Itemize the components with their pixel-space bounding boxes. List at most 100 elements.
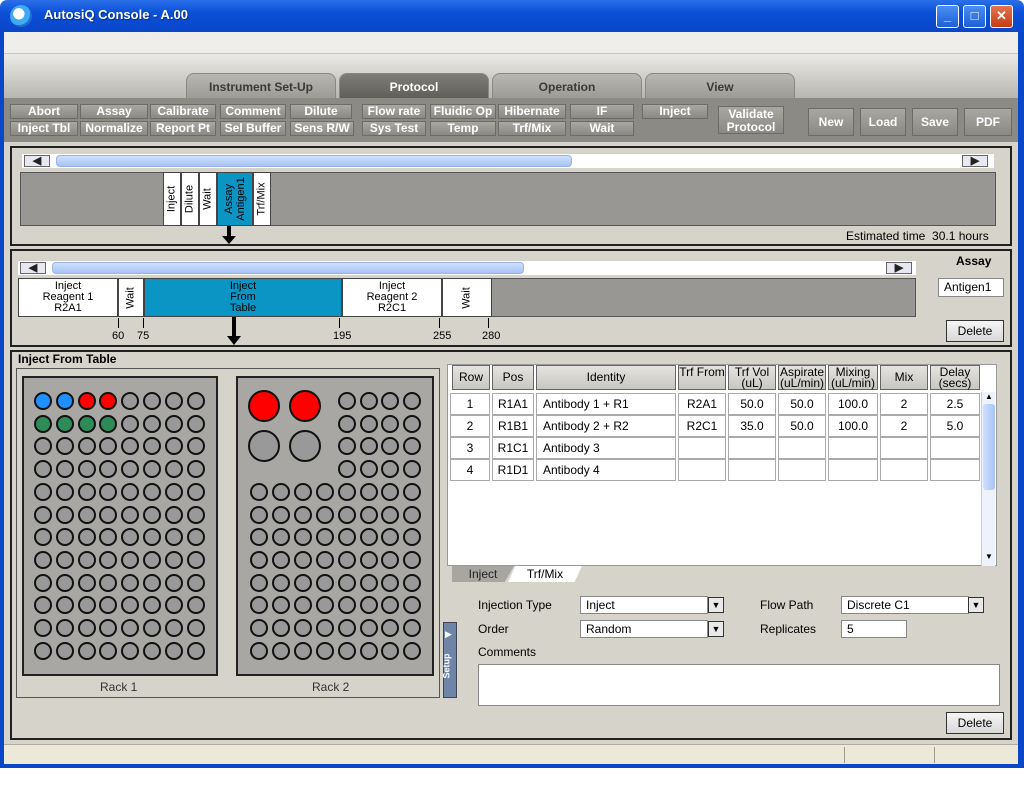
table-cell[interactable]: 2.5 xyxy=(930,393,980,415)
assay-scroll-right-icon[interactable]: ▶ xyxy=(886,262,912,274)
rack1-well[interactable] xyxy=(143,392,161,410)
rack1-well[interactable] xyxy=(164,619,183,637)
rack1-well[interactable] xyxy=(99,505,118,524)
rack2-well[interactable] xyxy=(315,482,334,501)
rack2-well[interactable] xyxy=(315,550,334,569)
rack1-well[interactable] xyxy=(34,414,52,433)
subtab-trf-mix[interactable]: Trf/Mix xyxy=(508,566,582,582)
rack2-well[interactable] xyxy=(337,619,356,637)
rack2-well[interactable] xyxy=(337,641,356,660)
rack1-well[interactable] xyxy=(186,550,205,569)
rack2-well[interactable] xyxy=(359,528,378,547)
rack1-well[interactable] xyxy=(55,550,74,569)
scroll-down-icon[interactable]: ▼ xyxy=(983,552,995,564)
if-button[interactable]: IF xyxy=(570,104,634,119)
scroll-thumb[interactable] xyxy=(56,155,572,167)
table-cell[interactable]: 50.0 xyxy=(778,415,826,437)
rack2-well[interactable] xyxy=(315,573,334,592)
rack2-well[interactable] xyxy=(271,573,290,592)
rack2-well[interactable] xyxy=(271,619,290,637)
table-cell[interactable]: 5.0 xyxy=(930,415,980,437)
new-button[interactable]: New xyxy=(808,108,854,136)
column-header-aspirate-ul-min[interactable]: Aspirate (uL/min) xyxy=(778,365,826,390)
rack1-well[interactable] xyxy=(77,550,96,569)
rack2-well[interactable] xyxy=(402,392,421,410)
rack1-well[interactable] xyxy=(164,528,183,547)
minimize-button[interactable]: _ xyxy=(936,5,959,28)
rack1-well[interactable] xyxy=(77,505,96,524)
sys-test-button[interactable]: Sys Test xyxy=(362,121,426,136)
rack2-well[interactable] xyxy=(359,414,378,433)
rack2-well[interactable] xyxy=(381,392,399,410)
rack1-well[interactable] xyxy=(186,528,205,547)
protocol-step-inject[interactable]: Inject xyxy=(163,172,181,226)
table-row[interactable]: 1 xyxy=(450,393,490,415)
rack1-well[interactable] xyxy=(121,550,140,569)
rack2-large-well[interactable] xyxy=(248,390,280,422)
rack1-well[interactable] xyxy=(143,573,161,592)
flow-rate-button[interactable]: Flow rate xyxy=(362,104,426,119)
rack2-well[interactable] xyxy=(250,573,268,592)
rack2-well[interactable] xyxy=(315,528,334,547)
rack2-well[interactable] xyxy=(293,505,312,524)
rack1-well[interactable] xyxy=(99,414,118,433)
rack2-well[interactable] xyxy=(359,505,378,524)
rack1-well[interactable] xyxy=(34,550,52,569)
table-cell[interactable]: Antibody 2 + R2 xyxy=(536,415,676,437)
rack1-well[interactable] xyxy=(55,596,74,615)
rack1-well[interactable] xyxy=(121,573,140,592)
table-cell[interactable] xyxy=(728,437,776,459)
tab-instrument-setup[interactable]: Instrument Set-Up xyxy=(186,73,336,99)
rack2-well[interactable] xyxy=(381,641,400,660)
rack2-well[interactable] xyxy=(250,482,268,501)
rack1-well[interactable] xyxy=(77,641,96,660)
table-cell[interactable]: 50.0 xyxy=(728,393,776,415)
table-row[interactable]: 3 xyxy=(450,437,490,459)
rack1-well[interactable] xyxy=(121,505,140,524)
table-cell[interactable] xyxy=(778,437,826,459)
rack2-large-well[interactable] xyxy=(248,430,280,462)
rack2-well[interactable] xyxy=(403,482,422,501)
rack2-well[interactable] xyxy=(337,596,356,615)
rack2-well[interactable] xyxy=(250,550,268,569)
rack1-well[interactable] xyxy=(164,505,183,524)
tab-operation[interactable]: Operation xyxy=(492,73,642,99)
rack2-large-well[interactable] xyxy=(289,430,321,462)
setup-side-tab[interactable]: ▶ Setup xyxy=(442,622,457,698)
fluidic-op-button[interactable]: Fluidic Op xyxy=(430,104,496,119)
scroll-left-icon[interactable]: ◀ xyxy=(24,155,50,167)
rack2-well[interactable] xyxy=(271,641,290,660)
table-row[interactable]: 4 xyxy=(450,459,490,481)
abort-button[interactable]: Abort xyxy=(10,104,78,119)
table-cell[interactable]: Antibody 3 xyxy=(536,437,676,459)
rack1-well[interactable] xyxy=(186,414,205,433)
rack2-well[interactable] xyxy=(293,573,312,592)
assay-scroll-left-icon[interactable]: ◀ xyxy=(20,262,46,274)
protocol-step-dilute[interactable]: Dilute xyxy=(181,172,199,226)
rack1-well[interactable] xyxy=(186,482,205,501)
table-cell[interactable]: Antibody 4 xyxy=(536,459,676,481)
rack2-well[interactable] xyxy=(337,573,356,592)
rack2-well[interactable] xyxy=(315,641,334,660)
rack1-well[interactable] xyxy=(55,619,74,637)
table-cell[interactable] xyxy=(678,437,726,459)
save-button[interactable]: Save xyxy=(912,108,958,136)
rack2-well[interactable] xyxy=(359,392,378,410)
rack1-well[interactable] xyxy=(143,550,161,569)
rack2-well[interactable] xyxy=(293,596,312,615)
rack2-well[interactable] xyxy=(271,482,290,501)
rack1-well[interactable] xyxy=(77,573,96,592)
rack2-well[interactable] xyxy=(402,414,421,433)
column-header-trf-from[interactable]: Trf From xyxy=(678,365,726,390)
assay-name-field[interactable]: Antigen1 xyxy=(938,278,1004,297)
assay-scroll-thumb[interactable] xyxy=(52,262,524,274)
rack2-well[interactable] xyxy=(337,528,356,547)
rack2-well[interactable] xyxy=(250,505,268,524)
flow-path-chevron-down-icon[interactable]: ▼ xyxy=(968,597,984,613)
rack1-well[interactable] xyxy=(164,641,183,660)
rack1-well[interactable] xyxy=(77,596,96,615)
rack2-well[interactable] xyxy=(338,414,356,433)
rack1-well[interactable] xyxy=(143,414,161,433)
protocol-step-wait[interactable]: Wait xyxy=(199,172,217,226)
rack1-well[interactable] xyxy=(55,392,74,410)
